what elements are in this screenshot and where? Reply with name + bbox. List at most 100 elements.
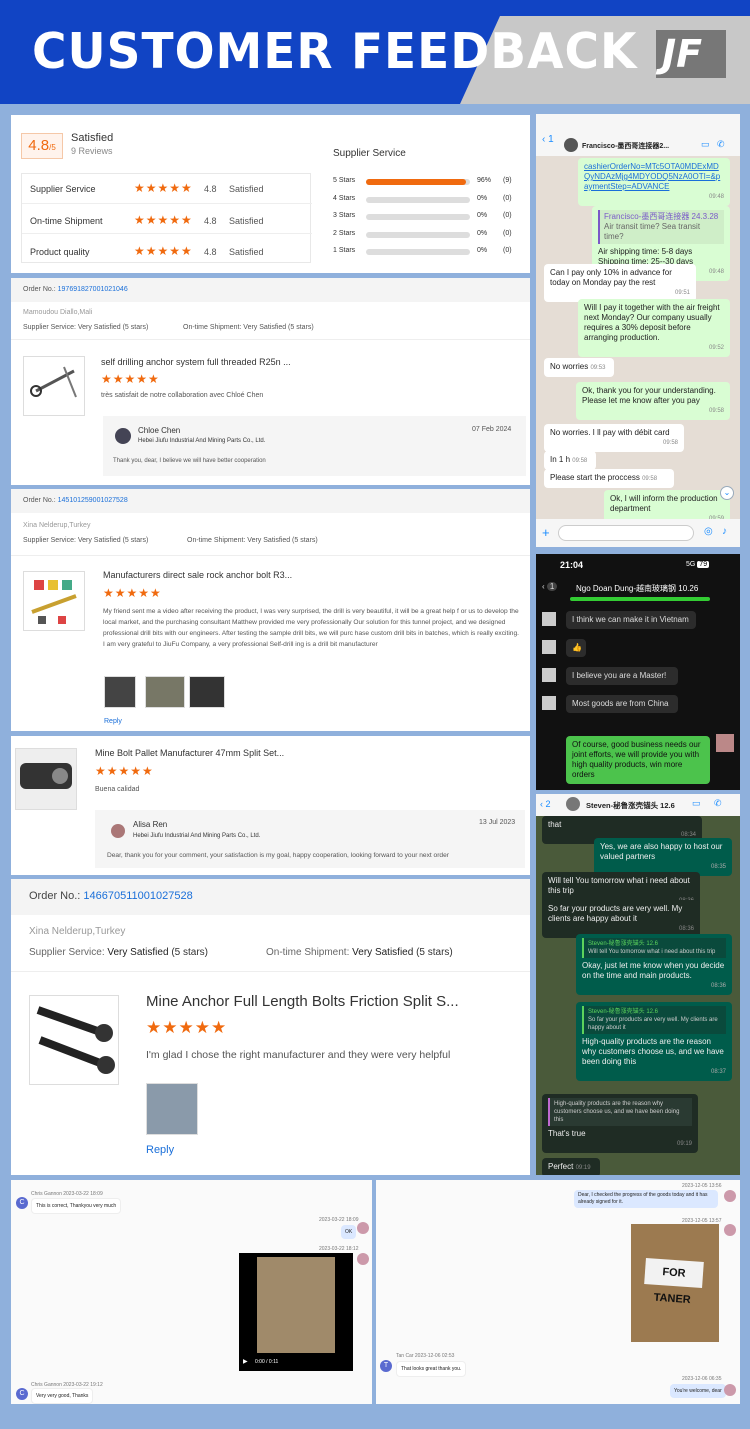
product-title[interactable]: Mine Anchor Full Length Bolts Friction S… — [146, 993, 459, 1010]
star-bar-row: 2 Stars 0% (0) — [333, 229, 512, 238]
score-box: 4.8/5 — [21, 133, 63, 159]
supplier-rating: Supplier Service: Very Satisfied (5 star… — [23, 537, 149, 544]
product-title[interactable]: Manufacturers direct sale rock anchor bo… — [103, 570, 292, 580]
message-in: Most goods are from China — [566, 695, 678, 713]
message-out: Steven-秘鲁涨壳锚头 12.6 So far your products a… — [576, 1002, 732, 1081]
review-stars: ★★★★★ — [103, 586, 162, 600]
review-comment: très satisfait de notre collaboration av… — [101, 392, 264, 399]
chat-title: Francisco-墨西哥连接器2... — [582, 143, 670, 150]
supplier-service-title: Supplier Service — [333, 148, 406, 159]
buyer-name: Xina Nelderup,Turkey — [23, 522, 91, 529]
review-photo[interactable] — [189, 676, 225, 708]
buyer-name: Mamoudou Diallo,Mali — [23, 309, 93, 316]
user-avatar — [724, 1190, 736, 1202]
star-bar-row: 4 Stars 0% (0) — [333, 194, 512, 203]
chat-input-bar: + ◎ ♪ — [536, 519, 740, 547]
chat-header: ‹ 2 Steven-秘鲁涨壳锚头 12.6 ▭ ✆ — [536, 794, 740, 816]
product-image[interactable] — [23, 356, 85, 416]
shipment-rating: On-time Shipment: Very Satisfied (5 star… — [187, 537, 318, 544]
camera-icon[interactable]: ◎ — [704, 526, 713, 537]
review-card-1: Order No.: 197691827001021046 Mamoudou D… — [11, 278, 530, 485]
contact-avatar — [566, 797, 580, 811]
user-avatar — [724, 1224, 736, 1236]
review-count: 9 Reviews — [71, 146, 113, 156]
chat-screenshot-tan: 2023-12-05 13:56 Dear, I checked the pro… — [376, 1180, 740, 1404]
play-icon[interactable]: ▶ — [243, 1358, 248, 1365]
review-stars: ★★★★★ — [101, 372, 160, 386]
buyer-name: Xina Nelderup,Turkey — [29, 926, 126, 937]
order-number-link[interactable]: 146670511001027528 — [83, 890, 192, 902]
photo-message[interactable]: FOR TANER — [631, 1224, 719, 1342]
star-bar — [366, 196, 470, 203]
status-signal: 5G 79 — [686, 561, 710, 568]
message-out: OK — [341, 1225, 357, 1239]
message-out: Ok, thank you for your understanding. Pl… — [576, 382, 730, 420]
product-image[interactable] — [29, 995, 119, 1085]
message-in: Very very good, Thanks — [31, 1388, 94, 1404]
message-out: Will I pay it together with the air frei… — [578, 299, 730, 357]
user-avatar — [357, 1222, 369, 1234]
star-bar-row: 1 Stars 0% (0) — [333, 247, 512, 255]
review-comment: I'm glad I chose the right manufacturer … — [146, 1049, 451, 1061]
seller-avatar — [115, 428, 131, 444]
chat-screenshot-chris: C Chris Gannon 2023-03-22 18:09 This is … — [11, 1180, 372, 1404]
message-out: Dear, I checked the progress of the good… — [574, 1190, 718, 1208]
product-image[interactable] — [23, 571, 85, 631]
message-in: No worries 09:53 — [544, 358, 614, 377]
message-in: In 1 h 09:58 — [544, 451, 596, 470]
product-title[interactable]: self drilling anchor system full threade… — [101, 357, 291, 367]
message-in: No worries. I ll pay with débit card 09:5… — [544, 424, 684, 452]
star-bar — [366, 231, 470, 238]
star-bar-row: 5 Stars 96% (9) — [333, 177, 512, 185]
order-number-link[interactable]: 145101259001027528 — [58, 497, 128, 504]
contact-avatar — [564, 138, 578, 152]
phone-icon[interactable]: ✆ — [717, 139, 725, 150]
back-button[interactable]: ‹ 1 — [542, 134, 554, 145]
chat-header: ‹ 1 Francisco-墨西哥连接器2... ▭ ✆ — [536, 114, 740, 156]
order-number-link[interactable]: 197691827001021046 — [58, 286, 128, 293]
contact-avatar: C — [16, 1388, 28, 1400]
seller-reply: Chloe Chen 07 Feb 2024 Hebei Jiufu Indus… — [103, 416, 526, 476]
message-in: High-quality products are the reason why… — [542, 1094, 698, 1153]
message-in: Perfect 09:19 — [542, 1158, 600, 1175]
star-distribution: 5 Stars 96% (9) 4 Stars 0% (0) 3 Stars 0% (0) 2 S… — [333, 175, 523, 265]
message-in: 👍 — [566, 639, 586, 657]
add-icon[interactable]: + — [542, 525, 550, 540]
seller-avatar — [111, 824, 125, 838]
phone-icon[interactable]: ✆ — [714, 798, 722, 809]
rating-summary: 4.8/5 Satisfied 9 Reviews Supplier Servi… — [11, 115, 530, 273]
review-card-2: Order No.: 145101259001027528 Xina Nelde… — [11, 489, 530, 731]
supplier-rating: Supplier Service: Very Satisfied (5 star… — [23, 324, 149, 331]
scroll-down-icon[interactable]: ⌄ — [720, 486, 734, 500]
reply-link[interactable]: Reply — [104, 718, 122, 725]
seller-reply: Alisa Ren 13 Jul 2023 Hebei Jiufu Indust… — [95, 810, 525, 868]
chat-title: Steven-秘鲁涨壳锚头 12.6 — [586, 801, 675, 810]
video-player[interactable]: ▶ 0:00 / 0:11 — [239, 1253, 353, 1371]
message-out: You're welcome, dear — [670, 1384, 726, 1398]
brand-logo: JF — [656, 30, 726, 78]
microphone-icon[interactable]: ♪ — [722, 526, 727, 537]
video-call-icon[interactable]: ▭ — [692, 798, 701, 809]
product-title[interactable]: Mine Bolt Pallet Manufacturer 47mm Split… — [95, 748, 284, 758]
page-title: CUSTOMER FEEDBACK — [32, 22, 638, 81]
back-button[interactable]: ‹ 1 — [542, 582, 558, 591]
back-button[interactable]: ‹ 2 — [540, 799, 551, 809]
user-avatar — [716, 734, 734, 752]
star-bar — [366, 249, 470, 255]
message-input[interactable] — [558, 525, 694, 541]
review-photo[interactable] — [104, 676, 136, 708]
review-card-3: Mine Bolt Pallet Manufacturer 47mm Split… — [11, 736, 530, 875]
contact-avatar: C — [16, 1197, 28, 1209]
chat-screenshot-ngo: 21:04 5G 79 ‹ 1 Ngo Doan Dung-越南玻璃钢 10.2… — [536, 554, 740, 790]
product-image[interactable] — [15, 748, 77, 810]
review-photo[interactable] — [146, 1083, 198, 1135]
message-out: Steven-秘鲁涨壳锚头 12.6 Will tell You tomorrow… — [576, 934, 732, 995]
review-photo[interactable] — [145, 676, 185, 708]
user-avatar — [357, 1253, 369, 1265]
video-call-icon[interactable]: ▭ — [701, 139, 710, 150]
supplier-rating: Supplier Service: Very Satisfied (5 star… — [29, 947, 208, 958]
message-out: Yes, we are also happy to host our value… — [594, 838, 732, 876]
user-avatar — [724, 1384, 736, 1396]
star-bar — [366, 214, 470, 220]
reply-link[interactable]: Reply — [146, 1144, 174, 1156]
